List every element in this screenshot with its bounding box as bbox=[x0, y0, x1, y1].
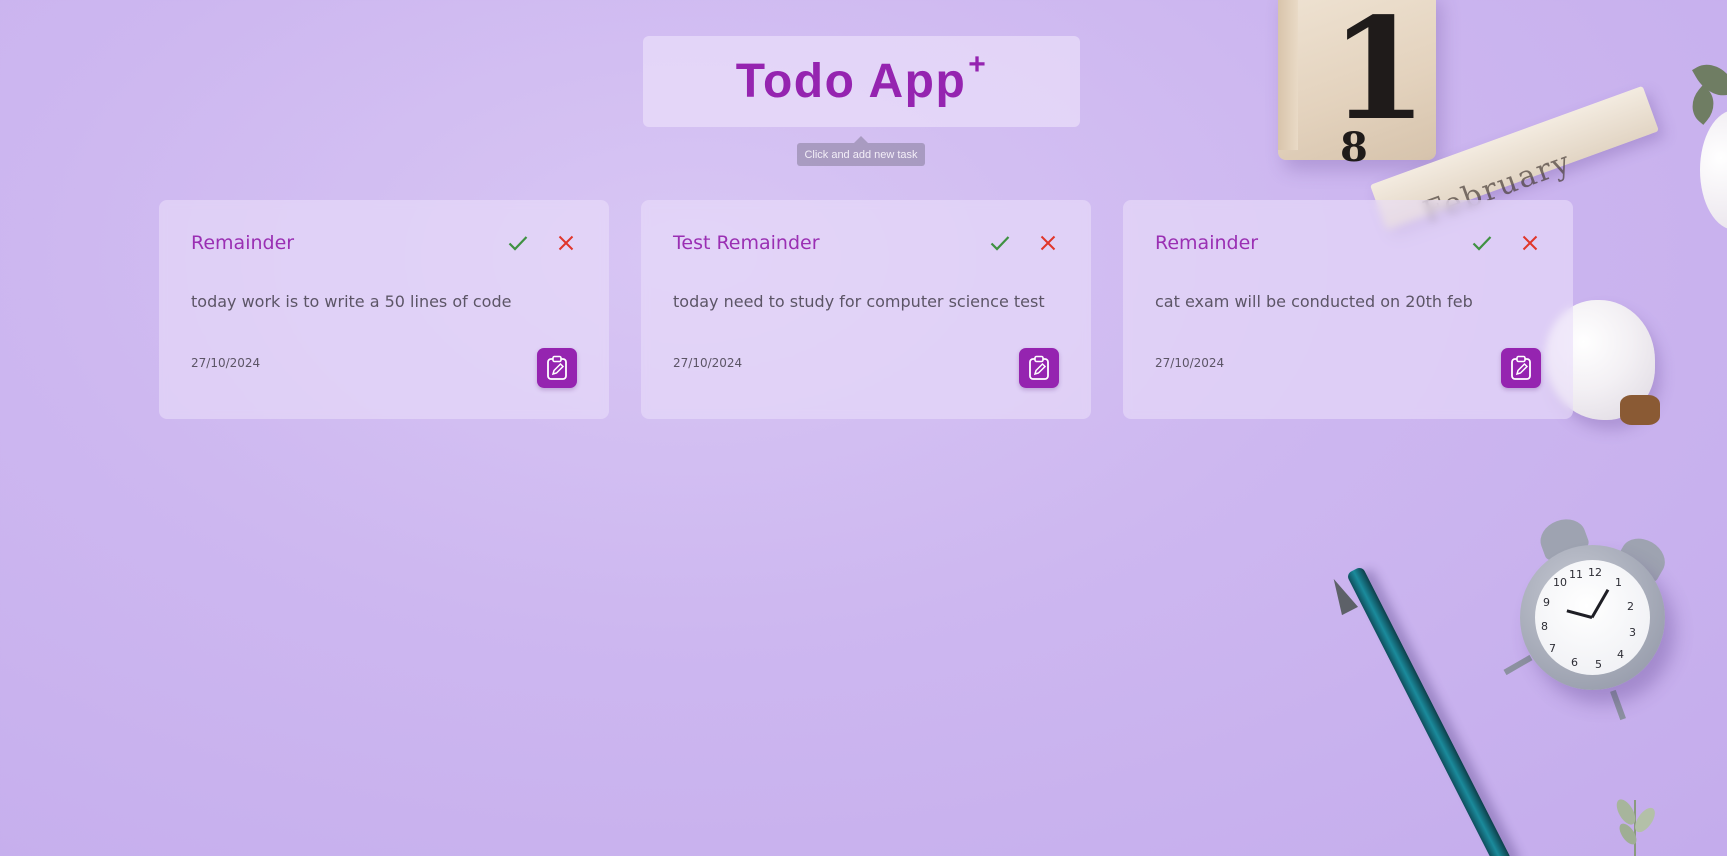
add-task-header[interactable]: Todo App+ bbox=[643, 36, 1080, 127]
clock-number: 1 bbox=[1615, 576, 1622, 589]
page-title: Todo App+ bbox=[735, 48, 988, 109]
pen-decoration bbox=[1345, 565, 1512, 856]
close-icon bbox=[1522, 235, 1538, 251]
app-title-plus: + bbox=[968, 48, 988, 81]
complete-task-button[interactable] bbox=[1469, 230, 1495, 256]
task-actions bbox=[1469, 230, 1543, 256]
task-date: 27/10/2024 bbox=[1155, 356, 1225, 370]
add-task-tooltip: Click and add new task bbox=[797, 136, 925, 166]
clipboard-edit-icon bbox=[547, 355, 567, 380]
task-card: Remainder today work is to write a 50 li… bbox=[159, 200, 609, 419]
edit-task-button[interactable] bbox=[1019, 348, 1059, 388]
task-card: Remainder cat exam will be conducted on … bbox=[1123, 200, 1573, 419]
clock-number: 5 bbox=[1595, 658, 1602, 671]
task-actions bbox=[987, 230, 1061, 256]
clock-number: 7 bbox=[1549, 642, 1556, 655]
clock-face: 12 1 2 3 4 5 6 7 8 9 10 11 bbox=[1535, 560, 1650, 675]
clock-number: 9 bbox=[1543, 596, 1550, 609]
clock-number: 4 bbox=[1617, 648, 1624, 661]
task-description: today need to study for computer science… bbox=[673, 292, 1045, 311]
close-icon bbox=[1040, 235, 1056, 251]
clock-hour-hand bbox=[1566, 609, 1593, 619]
clock-number: 3 bbox=[1629, 626, 1636, 639]
delete-task-button[interactable] bbox=[1517, 230, 1543, 256]
clipboard-edit-icon bbox=[1511, 355, 1531, 380]
app-title-text: Todo App bbox=[735, 55, 967, 108]
task-title: Remainder bbox=[191, 232, 295, 254]
edit-task-button[interactable] bbox=[537, 348, 577, 388]
task-title: Remainder bbox=[1155, 232, 1259, 254]
plant-pot-decoration bbox=[1700, 110, 1727, 230]
clock-number: 12 bbox=[1588, 566, 1602, 579]
task-actions bbox=[505, 230, 579, 256]
task-description: cat exam will be conducted on 20th feb bbox=[1155, 292, 1473, 311]
clock-leg-left bbox=[1503, 654, 1533, 676]
clock-number: 8 bbox=[1541, 620, 1548, 633]
calendar-cube-side bbox=[1278, 0, 1298, 150]
task-title: Test Remainder bbox=[673, 232, 820, 254]
clipboard-edit-icon bbox=[1029, 355, 1049, 380]
leaf-sprig-decoration bbox=[1616, 799, 1655, 856]
clock-number: 11 bbox=[1569, 568, 1583, 581]
delete-task-button[interactable] bbox=[553, 230, 579, 256]
cotton-stem-decoration bbox=[1620, 395, 1660, 425]
task-description: today work is to write a 50 lines of cod… bbox=[191, 292, 512, 311]
delete-task-button[interactable] bbox=[1035, 230, 1061, 256]
task-list: Remainder today work is to write a 50 li… bbox=[159, 200, 1573, 419]
clock-number: 10 bbox=[1553, 576, 1567, 589]
task-date: 27/10/2024 bbox=[191, 356, 261, 370]
clock-number: 6 bbox=[1571, 656, 1578, 669]
complete-task-button[interactable] bbox=[505, 230, 531, 256]
close-icon bbox=[558, 235, 574, 251]
task-date: 27/10/2024 bbox=[673, 356, 743, 370]
check-icon bbox=[508, 236, 528, 251]
clock-number: 2 bbox=[1627, 600, 1634, 613]
task-card: Test Remainder today need to study for c… bbox=[641, 200, 1091, 419]
clock-leg-right bbox=[1610, 689, 1626, 721]
check-icon bbox=[990, 236, 1010, 251]
calendar-cube-digit-bottom: 8 bbox=[1340, 124, 1368, 171]
clock-minute-hand bbox=[1590, 589, 1610, 619]
complete-task-button[interactable] bbox=[987, 230, 1013, 256]
check-icon bbox=[1472, 236, 1492, 251]
edit-task-button[interactable] bbox=[1501, 348, 1541, 388]
calendar-cube-digit: 1 bbox=[1330, 0, 1428, 152]
